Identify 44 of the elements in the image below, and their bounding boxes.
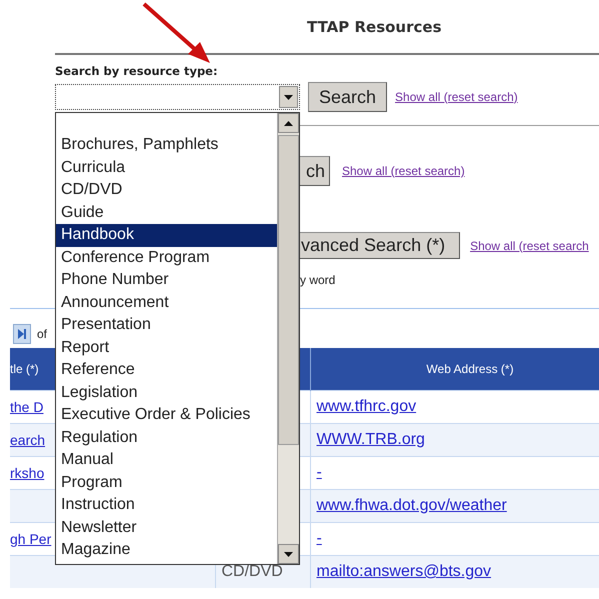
dropdown-option[interactable]: Executive Order & Policies — [56, 404, 277, 426]
dropdown-option[interactable]: Magazine — [56, 539, 277, 562]
dropdown-arrow-icon — [284, 94, 293, 100]
dropdown-option[interactable]: Regulation — [56, 426, 277, 449]
dropdown-option[interactable]: Phone Number — [56, 269, 277, 292]
dropdown-option[interactable]: Handbook — [56, 224, 277, 246]
table-link[interactable]: the D — [10, 399, 44, 415]
dropdown-option[interactable]: Program — [56, 472, 277, 494]
dropdown-option[interactable]: CD/DVD — [56, 179, 277, 202]
reset-link[interactable]: Show all (reset search) — [395, 90, 518, 104]
hint-text: y word — [300, 273, 336, 287]
table-link[interactable]: - — [316, 530, 322, 547]
dropdown-option[interactable]: Conference Program — [56, 246, 277, 269]
table-cell: CD/DVD — [222, 563, 283, 580]
arrow — [142, 2, 210, 63]
pager-text: of — [37, 326, 48, 340]
resource-type-select[interactable] — [55, 84, 300, 110]
table-link[interactable]: earch — [10, 432, 46, 448]
field-label: Search by resource type: — [55, 64, 219, 80]
reset-link[interactable]: Show all (reset search — [470, 238, 589, 252]
dropdown-option[interactable]: Brochures, Pamphlets — [56, 134, 277, 156]
column-header[interactable]: tle (*) — [10, 362, 39, 376]
column-header[interactable]: Web Address (*) — [426, 362, 514, 376]
dropdown-option[interactable]: Presentation — [56, 314, 277, 336]
search-button[interactable]: Search — [308, 82, 388, 112]
page-title: TTAP Resources — [307, 18, 442, 36]
reset-link[interactable]: Show all (reset search) — [342, 164, 465, 178]
last-page-icon[interactable] — [13, 324, 31, 344]
scrollbar[interactable] — [277, 113, 299, 564]
dropdown-option[interactable]: Reference — [56, 359, 277, 382]
dropdown-option[interactable]: Report — [56, 336, 277, 359]
dropdown-option[interactable]: Instruction — [56, 494, 277, 516]
table-link[interactable]: - — [316, 464, 322, 481]
dropdown-option[interactable]: Curricula — [56, 156, 277, 179]
table-link[interactable]: rksho — [10, 465, 44, 481]
scroll-up-icon — [284, 120, 293, 126]
dropdown-option[interactable]: Manual — [56, 449, 277, 472]
table-link[interactable]: gh Per — [10, 531, 52, 547]
dropdown-option[interactable]: Legislation — [56, 382, 277, 404]
dropdown-option[interactable]: Announcement — [56, 292, 277, 314]
dropdown-option[interactable]: Guide — [56, 202, 277, 224]
table-link[interactable]: www.tfhrc.gov — [316, 398, 416, 415]
dropdown-option[interactable]: Newsletter — [56, 516, 277, 539]
table-link[interactable]: WWW.TRB.org — [316, 431, 425, 448]
